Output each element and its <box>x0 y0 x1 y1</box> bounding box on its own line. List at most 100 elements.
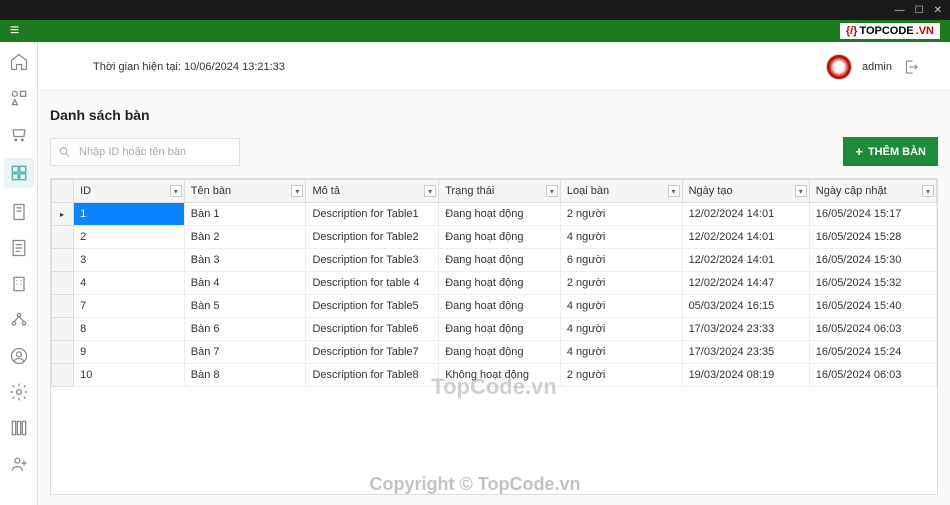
cell-name[interactable]: Bàn 2 <box>184 226 306 249</box>
sidebar-item-profile[interactable] <box>7 344 31 368</box>
cell-type[interactable]: 6 người <box>560 249 682 272</box>
sidebar-item-receipts[interactable] <box>7 200 31 224</box>
cell-created[interactable]: 19/03/2024 08:19 <box>682 364 809 387</box>
row-indicator[interactable] <box>52 249 74 272</box>
filter-icon[interactable]: ▾ <box>668 185 680 197</box>
cell-created[interactable]: 17/03/2024 23:35 <box>682 341 809 364</box>
add-table-button[interactable]: + THÊM BÀN <box>843 137 938 166</box>
sidebar-item-orders[interactable] <box>7 122 31 146</box>
cell-status[interactable]: Đang hoạt động <box>439 203 561 226</box>
menu-toggle[interactable]: ≡ <box>10 22 19 40</box>
cell-name[interactable]: Bàn 5 <box>184 295 306 318</box>
sidebar-item-reports[interactable] <box>7 236 31 260</box>
cell-updated[interactable]: 16/05/2024 15:24 <box>809 341 936 364</box>
column-header-name[interactable]: Tên bàn▾ <box>184 180 306 203</box>
cell-created[interactable]: 12/02/2024 14:47 <box>682 272 809 295</box>
cell-type[interactable]: 2 người <box>560 364 682 387</box>
window-maximize[interactable]: ☐ <box>915 5 924 16</box>
cell-type[interactable]: 4 người <box>560 295 682 318</box>
table-row[interactable]: 10Bàn 8Description for Table8Không hoạt … <box>52 364 937 387</box>
sidebar-item-add-user[interactable] <box>7 452 31 476</box>
cell-created[interactable]: 12/02/2024 14:01 <box>682 203 809 226</box>
row-indicator[interactable] <box>52 226 74 249</box>
cell-type[interactable]: 4 người <box>560 341 682 364</box>
cell-id[interactable]: 7 <box>74 295 185 318</box>
window-close[interactable]: ✕ <box>934 5 942 16</box>
column-header-updated[interactable]: Ngày cập nhật▾ <box>809 180 936 203</box>
table-row[interactable]: 4Bàn 4Description for table 4Đang hoạt đ… <box>52 272 937 295</box>
cell-id[interactable]: 9 <box>74 341 185 364</box>
row-indicator[interactable] <box>52 295 74 318</box>
cell-id[interactable]: 4 <box>74 272 185 295</box>
window-minimize[interactable]: — <box>895 5 905 16</box>
cell-desc[interactable]: Description for Table6 <box>306 318 439 341</box>
sidebar-item-building[interactable] <box>7 272 31 296</box>
sidebar-item-tables[interactable] <box>4 158 34 188</box>
cell-desc[interactable]: Description for Table3 <box>306 249 439 272</box>
cell-name[interactable]: Bàn 8 <box>184 364 306 387</box>
filter-icon[interactable]: ▾ <box>546 185 558 197</box>
row-indicator[interactable] <box>52 203 74 226</box>
cell-id[interactable]: 10 <box>74 364 185 387</box>
cell-updated[interactable]: 16/05/2024 15:17 <box>809 203 936 226</box>
row-indicator[interactable] <box>52 318 74 341</box>
cell-desc[interactable]: Description for table 4 <box>306 272 439 295</box>
cell-id[interactable]: 3 <box>74 249 185 272</box>
sidebar-item-network[interactable] <box>7 308 31 332</box>
cell-created[interactable]: 12/02/2024 14:01 <box>682 249 809 272</box>
cell-type[interactable]: 2 người <box>560 203 682 226</box>
cell-desc[interactable]: Description for Table2 <box>306 226 439 249</box>
data-grid[interactable]: ID▾ Tên bàn▾ Mô tả▾ Trạng thái▾ Loại bàn… <box>50 178 938 495</box>
cell-id[interactable]: 1 <box>74 203 185 226</box>
cell-updated[interactable]: 16/05/2024 06:03 <box>809 364 936 387</box>
column-header-type[interactable]: Loại bàn▾ <box>560 180 682 203</box>
cell-id[interactable]: 2 <box>74 226 185 249</box>
search-input[interactable] <box>50 138 240 166</box>
cell-status[interactable]: Đang hoạt động <box>439 295 561 318</box>
column-header-status[interactable]: Trạng thái▾ <box>439 180 561 203</box>
cell-created[interactable]: 05/03/2024 16:15 <box>682 295 809 318</box>
row-indicator[interactable] <box>52 272 74 295</box>
cell-desc[interactable]: Description for Table7 <box>306 341 439 364</box>
cell-created[interactable]: 12/02/2024 14:01 <box>682 226 809 249</box>
avatar[interactable] <box>826 54 852 80</box>
cell-id[interactable]: 8 <box>74 318 185 341</box>
cell-type[interactable]: 2 người <box>560 272 682 295</box>
cell-updated[interactable]: 16/05/2024 15:28 <box>809 226 936 249</box>
column-header-desc[interactable]: Mô tả▾ <box>306 180 439 203</box>
row-indicator[interactable] <box>52 364 74 387</box>
cell-type[interactable]: 4 người <box>560 226 682 249</box>
column-header-id[interactable]: ID▾ <box>74 180 185 203</box>
filter-icon[interactable]: ▾ <box>424 185 436 197</box>
sidebar-item-settings[interactable] <box>7 380 31 404</box>
cell-name[interactable]: Bàn 7 <box>184 341 306 364</box>
table-row[interactable]: 2Bàn 2Description for Table2Đang hoạt độ… <box>52 226 937 249</box>
cell-updated[interactable]: 16/05/2024 15:40 <box>809 295 936 318</box>
cell-desc[interactable]: Description for Table1 <box>306 203 439 226</box>
row-indicator[interactable] <box>52 341 74 364</box>
cell-name[interactable]: Bàn 3 <box>184 249 306 272</box>
sidebar-item-home[interactable] <box>7 50 31 74</box>
cell-created[interactable]: 17/03/2024 23:33 <box>682 318 809 341</box>
table-row[interactable]: 3Bàn 3Description for Table3Đang hoạt độ… <box>52 249 937 272</box>
cell-name[interactable]: Bàn 6 <box>184 318 306 341</box>
cell-status[interactable]: Không hoạt động <box>439 364 561 387</box>
table-row[interactable]: 9Bàn 7Description for Table7Đang hoạt độ… <box>52 341 937 364</box>
filter-icon[interactable]: ▾ <box>291 185 303 197</box>
logout-icon[interactable] <box>902 58 920 76</box>
column-header-created[interactable]: Ngày tạo▾ <box>682 180 809 203</box>
cell-status[interactable]: Đang hoạt động <box>439 341 561 364</box>
sidebar-item-categories[interactable] <box>7 86 31 110</box>
cell-updated[interactable]: 16/05/2024 06:03 <box>809 318 936 341</box>
cell-desc[interactable]: Description for Table8 <box>306 364 439 387</box>
filter-icon[interactable]: ▾ <box>922 185 934 197</box>
cell-name[interactable]: Bàn 4 <box>184 272 306 295</box>
cell-type[interactable]: 4 người <box>560 318 682 341</box>
cell-name[interactable]: Bàn 1 <box>184 203 306 226</box>
cell-status[interactable]: Đang hoạt động <box>439 318 561 341</box>
cell-status[interactable]: Đang hoạt động <box>439 226 561 249</box>
table-row[interactable]: 8Bàn 6Description for Table6Đang hoạt độ… <box>52 318 937 341</box>
cell-status[interactable]: Đang hoạt động <box>439 272 561 295</box>
cell-updated[interactable]: 16/05/2024 15:32 <box>809 272 936 295</box>
sidebar-item-library[interactable] <box>7 416 31 440</box>
